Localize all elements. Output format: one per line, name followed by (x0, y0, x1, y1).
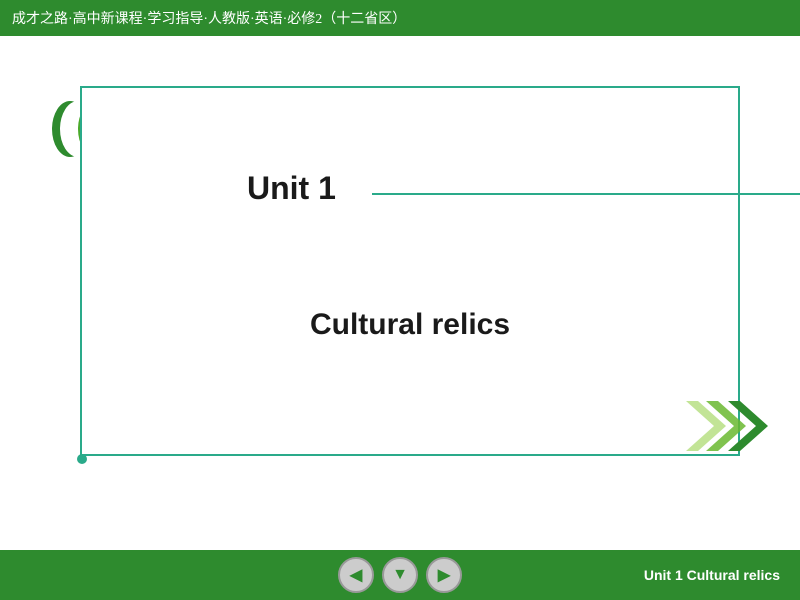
header-title: 成才之路·高中新课程·学习指导·人教版·英语·必修2（十二省区） (12, 8, 406, 28)
footer-bar: ◀ ▼ ▶ Unit 1 Cultural relics (0, 550, 800, 600)
subtitle-text: Cultural relics (82, 308, 738, 342)
footer-label: Unit 1 Cultural relics (644, 567, 780, 583)
down-button[interactable]: ▼ (382, 557, 418, 593)
prev-icon: ◀ (350, 565, 362, 585)
header-bar: 成才之路·高中新课程·学习指导·人教版·英语·必修2（十二省区） (0, 0, 800, 36)
deco-arrows-bottomright (676, 396, 776, 456)
prev-button[interactable]: ◀ (338, 557, 374, 593)
next-icon: ▶ (438, 565, 450, 585)
corner-dot (77, 454, 87, 464)
next-button[interactable]: ▶ (426, 557, 462, 593)
down-icon: ▼ (392, 566, 408, 584)
content-box: Unit 1 Cultural relics (80, 86, 740, 456)
nav-buttons-group: ◀ ▼ ▶ (338, 557, 462, 593)
title-divider-line (372, 193, 800, 195)
unit-title: Unit 1 (247, 170, 336, 207)
main-content: Unit 1 Cultural relics (0, 36, 800, 550)
